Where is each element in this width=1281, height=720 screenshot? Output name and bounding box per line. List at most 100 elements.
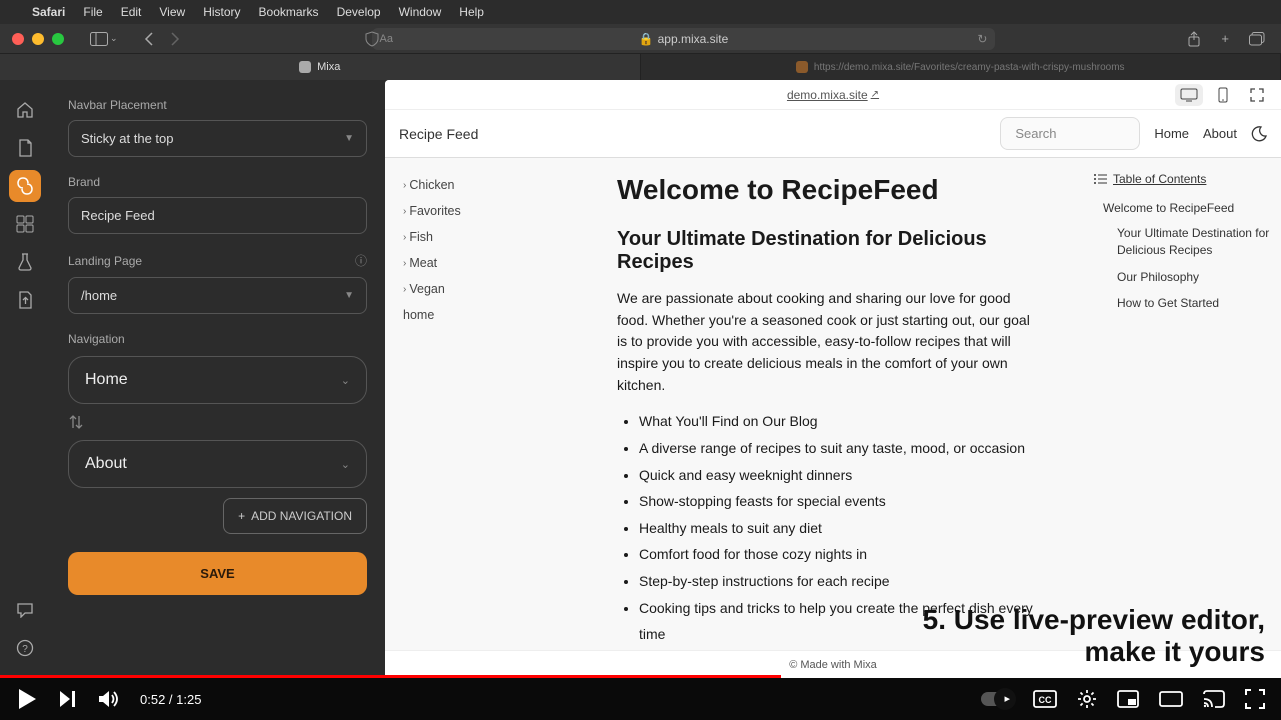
tabs-icon[interactable] bbox=[1245, 31, 1269, 47]
chevron-down-icon: ⌄ bbox=[341, 374, 350, 387]
preview-body: ›Chicken ›Favorites ›Fish ›Meat ›Vegan h… bbox=[385, 158, 1281, 678]
theater-button[interactable] bbox=[1159, 691, 1183, 707]
device-mobile-button[interactable] bbox=[1209, 84, 1237, 106]
add-navigation-button[interactable]: + ADD NAVIGATION bbox=[223, 498, 367, 534]
input-value: Recipe Feed bbox=[81, 208, 155, 223]
footer-text[interactable]: © Made with Mixa bbox=[789, 659, 877, 671]
list-item: Quick and easy weeknight dinners bbox=[639, 462, 1059, 489]
device-desktop-button[interactable] bbox=[1175, 84, 1203, 106]
rail-export-icon[interactable] bbox=[9, 284, 41, 316]
rail-chat-icon[interactable] bbox=[9, 594, 41, 626]
toc-header[interactable]: Table of Contents bbox=[1091, 172, 1271, 186]
close-window-button[interactable] bbox=[12, 33, 24, 45]
chevron-right-icon: › bbox=[403, 180, 406, 191]
tree-item-favorites[interactable]: ›Favorites bbox=[395, 198, 585, 224]
share-icon[interactable] bbox=[1183, 31, 1205, 47]
preview-url-link[interactable]: demo.mixa.site ↗ bbox=[787, 88, 879, 102]
page-h2-destination: Your Ultimate Destination for Delicious … bbox=[617, 228, 1059, 274]
menu-view[interactable]: View bbox=[159, 5, 185, 19]
captions-button[interactable]: CC bbox=[1033, 690, 1057, 708]
sidebar-toggle-icon[interactable]: ⌄ bbox=[86, 32, 122, 46]
menu-develop[interactable]: Develop bbox=[337, 5, 381, 19]
toc-item[interactable]: Welcome to RecipeFeed bbox=[1091, 196, 1271, 220]
site-brand[interactable]: Recipe Feed bbox=[399, 126, 478, 142]
maximize-window-button[interactable] bbox=[52, 33, 64, 45]
toc-item[interactable]: Our Philosophy bbox=[1091, 264, 1271, 291]
rail-home-icon[interactable] bbox=[9, 94, 41, 126]
dark-mode-toggle-icon[interactable] bbox=[1251, 126, 1267, 142]
tree-item-meat[interactable]: ›Meat bbox=[395, 250, 585, 276]
rail-lab-icon[interactable] bbox=[9, 246, 41, 278]
tree-item-chicken[interactable]: ›Chicken bbox=[395, 172, 585, 198]
url-text: app.mixa.site bbox=[658, 32, 729, 46]
menu-edit[interactable]: Edit bbox=[121, 5, 142, 19]
button-label: SAVE bbox=[200, 566, 234, 581]
rail-help-icon[interactable]: ? bbox=[9, 632, 41, 664]
menu-window[interactable]: Window bbox=[399, 5, 442, 19]
chevron-right-icon: › bbox=[403, 232, 406, 243]
back-button[interactable] bbox=[140, 32, 158, 46]
chevron-down-icon: ▼ bbox=[344, 133, 354, 144]
chevron-down-icon: ▼ bbox=[344, 290, 354, 301]
rail-navigation-icon[interactable] bbox=[9, 170, 41, 202]
device-fullscreen-button[interactable] bbox=[1243, 84, 1271, 106]
cast-button[interactable] bbox=[1203, 690, 1225, 708]
button-label: ADD NAVIGATION bbox=[251, 509, 352, 523]
video-caption-overlay: 5. Use live-preview editor, make it your… bbox=[923, 604, 1265, 668]
landing-page-select[interactable]: /home ▼ bbox=[68, 277, 367, 314]
nav-item-about[interactable]: About ⌄ bbox=[68, 440, 367, 488]
nav-item-label: Home bbox=[85, 371, 128, 389]
forward-button bbox=[166, 32, 184, 46]
menu-bookmarks[interactable]: Bookmarks bbox=[259, 5, 319, 19]
svg-text:?: ? bbox=[22, 644, 28, 655]
reload-icon[interactable]: ↻ bbox=[977, 32, 987, 46]
safari-tabs: Mixa https://demo.mixa.site/Favorites/cr… bbox=[0, 54, 1281, 80]
app-name[interactable]: Safari bbox=[32, 5, 65, 19]
safari-tab-demo[interactable]: https://demo.mixa.site/Favorites/creamy-… bbox=[641, 54, 1281, 80]
minimize-window-button[interactable] bbox=[32, 33, 44, 45]
tree-item-fish[interactable]: ›Fish bbox=[395, 224, 585, 250]
page-h1: Welcome to RecipeFeed bbox=[617, 174, 1059, 206]
menu-file[interactable]: File bbox=[83, 5, 102, 19]
external-link-icon: ↗ bbox=[871, 89, 879, 100]
svg-text:CC: CC bbox=[1039, 695, 1052, 705]
site-nav-home[interactable]: Home bbox=[1154, 126, 1189, 141]
plus-icon: + bbox=[238, 509, 245, 523]
app-body: ? Navbar Placement Sticky at the top ▼ B… bbox=[0, 80, 1281, 678]
navigation-label: Navigation bbox=[68, 332, 367, 346]
site-nav-about[interactable]: About bbox=[1203, 126, 1237, 141]
site-search-input[interactable]: Search bbox=[1000, 117, 1140, 150]
list-item: Healthy meals to suit any diet bbox=[639, 515, 1059, 542]
brand-input[interactable]: Recipe Feed bbox=[68, 197, 367, 234]
toc-item[interactable]: Your Ultimate Destination for Delicious … bbox=[1091, 220, 1271, 264]
nav-item-home[interactable]: Home ⌄ bbox=[68, 356, 367, 404]
miniplayer-button[interactable] bbox=[1117, 690, 1139, 708]
tab-label: https://demo.mixa.site/Favorites/creamy-… bbox=[814, 62, 1125, 73]
autoplay-toggle[interactable]: ▸ bbox=[981, 692, 1013, 706]
new-tab-icon[interactable]: + bbox=[1217, 31, 1233, 47]
table-of-contents: Table of Contents Welcome to RecipeFeed … bbox=[1081, 158, 1281, 678]
settings-button[interactable] bbox=[1077, 689, 1097, 709]
save-button[interactable]: SAVE bbox=[68, 552, 367, 595]
reorder-icon[interactable] bbox=[68, 414, 367, 430]
fullscreen-button[interactable] bbox=[1245, 689, 1265, 709]
menu-help[interactable]: Help bbox=[459, 5, 484, 19]
privacy-shield-icon[interactable] bbox=[360, 31, 384, 47]
info-icon[interactable]: ⓘ bbox=[355, 252, 367, 269]
lock-icon: 🔒 bbox=[639, 32, 654, 46]
play-button[interactable] bbox=[16, 687, 38, 711]
toc-item[interactable]: How to Get Started bbox=[1091, 290, 1271, 317]
nav-item-label: About bbox=[85, 455, 127, 473]
rail-pages-icon[interactable] bbox=[9, 132, 41, 164]
safari-toolbar: ⌄ Aa 🔒 app.mixa.site ↻ + bbox=[0, 24, 1281, 54]
menu-history[interactable]: History bbox=[203, 5, 240, 19]
navbar-placement-select[interactable]: Sticky at the top ▼ bbox=[68, 120, 367, 157]
tree-item-home[interactable]: home bbox=[395, 302, 585, 328]
chevron-right-icon: › bbox=[403, 258, 406, 269]
safari-tab-mixa[interactable]: Mixa bbox=[0, 54, 641, 80]
volume-button[interactable] bbox=[98, 689, 120, 709]
tree-item-vegan[interactable]: ›Vegan bbox=[395, 276, 585, 302]
address-bar[interactable]: Aa 🔒 app.mixa.site ↻ bbox=[372, 28, 996, 50]
rail-theme-icon[interactable] bbox=[9, 208, 41, 240]
next-button[interactable] bbox=[58, 689, 78, 709]
